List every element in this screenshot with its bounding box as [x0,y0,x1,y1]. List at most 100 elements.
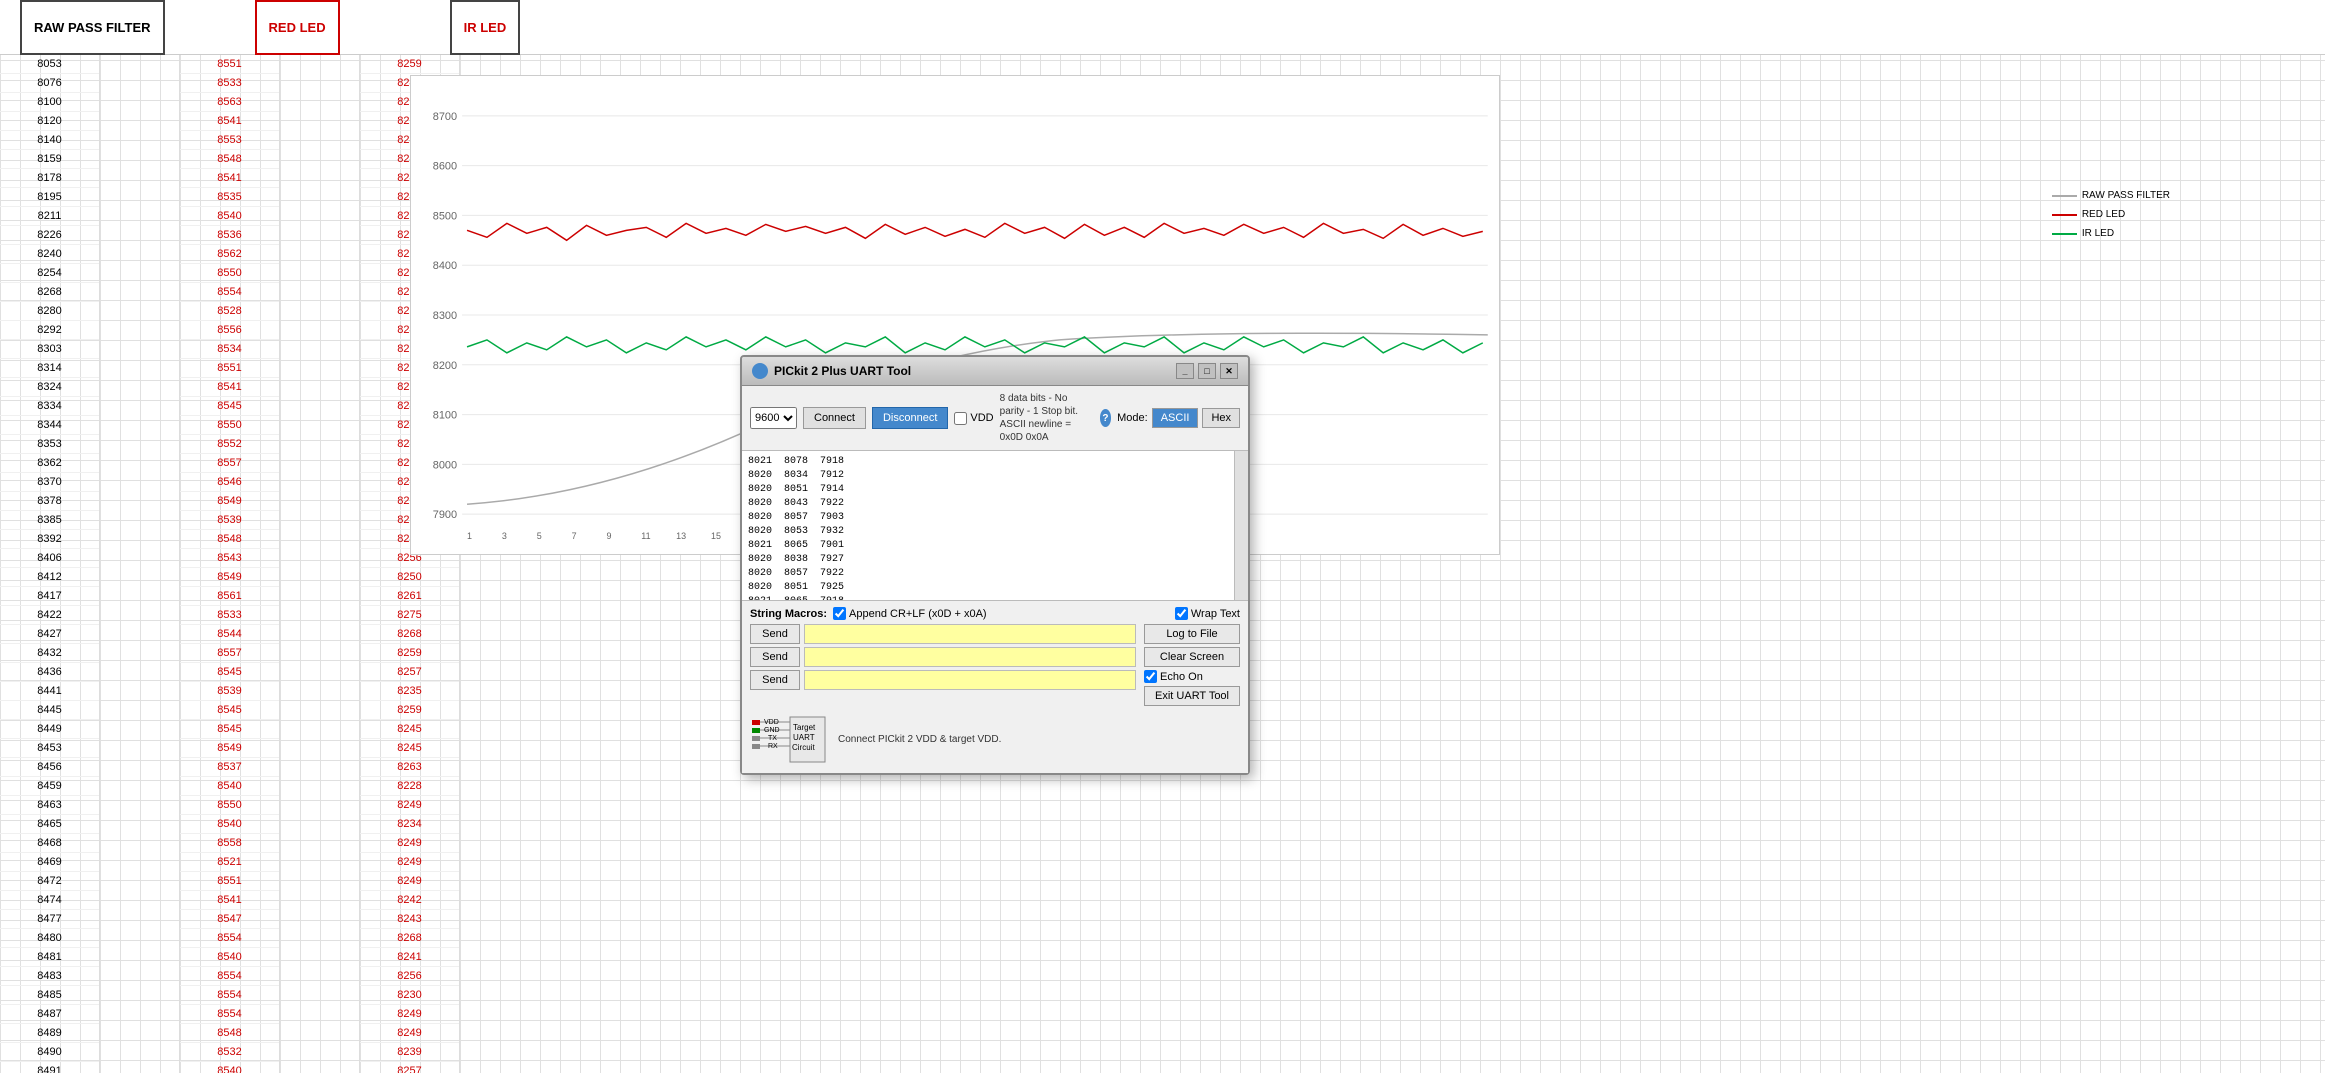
table-row: 8159 [0,150,99,169]
table-row: 8406 [0,549,99,568]
log-to-file-button[interactable]: Log to File [1144,624,1240,644]
send-input-2[interactable] [804,647,1136,667]
vdd-checkbox-label[interactable]: VDD [954,412,993,425]
dialog-title-bar: PICkit 2 Plus UART Tool _ □ ✕ [742,357,1248,386]
table-row: 8245 [360,739,459,758]
table-row: 8178 [0,169,99,188]
table-row: 8235 [360,682,459,701]
table-row: 8385 [0,511,99,530]
send-button-3[interactable]: Send [750,670,800,690]
table-row: 8195 [0,188,99,207]
send-row-1: Send [750,624,1136,644]
send-inputs-col: Send Send Send [750,624,1136,706]
svg-text:3: 3 [502,531,507,541]
send-button-2[interactable]: Send [750,647,800,667]
table-row: 8540 [180,777,279,796]
table-row: 8263 [360,758,459,777]
table-row: 8254 [0,264,99,283]
exit-uart-tool-button[interactable]: Exit UART Tool [1144,686,1240,706]
data-scrollbar[interactable] [1234,451,1248,600]
send-input-3[interactable] [804,670,1136,690]
table-row: 8459 [0,777,99,796]
toolbar-info: 8 data bits - No parity - 1 Stop bit. AS… [1000,392,1094,444]
echo-checkbox-label[interactable]: Echo On [1144,670,1240,683]
send-input-1[interactable] [804,624,1136,644]
append-checkbox-label[interactable]: Append CR+LF (x0D + x0A) [833,607,987,620]
table-row: 8534 [180,340,279,359]
table-row: 8487 [0,1005,99,1024]
table-row: 8548 [180,150,279,169]
table-row: 8228 [360,777,459,796]
table-row: 8554 [180,967,279,986]
table-row: 8557 [180,454,279,473]
svg-text:11: 11 [641,531,650,541]
data-display[interactable] [742,451,1248,600]
table-row: 8234 [360,815,459,834]
svg-text:8000: 8000 [433,459,457,471]
table-row: 8344 [0,416,99,435]
maximize-button[interactable]: □ [1198,363,1216,379]
svg-text:15: 15 [711,531,721,541]
hex-mode-button[interactable]: Hex [1202,408,1240,428]
red-data-column: 8551853385638541855385488541853585408536… [180,55,280,1073]
disconnect-button[interactable]: Disconnect [872,407,948,429]
minimize-button[interactable]: _ [1176,363,1194,379]
table-row: 8250 [360,568,459,587]
svg-text:1: 1 [467,531,472,541]
ascii-mode-button[interactable]: ASCII [1152,408,1199,428]
table-row: 8268 [0,283,99,302]
svg-text:5: 5 [537,531,542,541]
send-button-1[interactable]: Send [750,624,800,644]
table-row: 8427 [0,625,99,644]
table-row: 8549 [180,492,279,511]
table-row: 8417 [0,587,99,606]
raw-data-column: 8053807681008120814081598178819582118226… [0,55,100,1073]
table-row: 8550 [180,416,279,435]
svg-text:8500: 8500 [433,210,457,222]
legend-red-label: RED LED [2082,209,2125,220]
table-row: 8422 [0,606,99,625]
svg-text:Target: Target [793,723,816,732]
wrap-checkbox-label[interactable]: Wrap Text [1175,607,1240,620]
help-button[interactable]: ? [1100,409,1111,427]
table-row: 8441 [0,682,99,701]
table-row: 8256 [360,967,459,986]
table-row: 8465 [0,815,99,834]
window-controls[interactable]: _ □ ✕ [1176,363,1238,379]
uart-dialog: PICkit 2 Plus UART Tool _ □ ✕ 9600 Conne… [740,355,1250,775]
table-row: 8463 [0,796,99,815]
table-row: 8540 [180,207,279,226]
table-row: 8226 [0,226,99,245]
clear-screen-button[interactable]: Clear Screen [1144,647,1240,667]
svg-text:Circuit: Circuit [792,743,815,752]
table-row: 8554 [180,1005,279,1024]
vdd-checkbox[interactable] [954,412,967,425]
table-row: 8545 [180,397,279,416]
table-row: 8491 [0,1062,99,1073]
table-row: 8521 [180,853,279,872]
table-row: 8483 [0,967,99,986]
table-row: 8557 [180,644,279,663]
table-row: 8481 [0,948,99,967]
table-row: 8545 [180,720,279,739]
table-row: 8453 [0,739,99,758]
wrap-checkbox[interactable] [1175,607,1188,620]
table-row: 8261 [360,587,459,606]
table-row: 8480 [0,929,99,948]
circuit-area: Target UART Circuit VDD GND TX RX Connec [750,712,1240,767]
table-row: 8245 [360,720,459,739]
echo-checkbox[interactable] [1144,670,1157,683]
dialog-title-text: PICkit 2 Plus UART Tool [774,364,911,378]
table-row: 8541 [180,378,279,397]
baud-rate-select[interactable]: 9600 [750,407,797,429]
table-row: 8412 [0,568,99,587]
table-row: 8249 [360,1024,459,1043]
macros-label: String Macros: [750,608,827,620]
connect-button[interactable]: Connect [803,407,866,429]
table-row: 8554 [180,283,279,302]
svg-text:VDD: VDD [764,719,779,726]
append-checkbox[interactable] [833,607,846,620]
table-row: 8561 [180,587,279,606]
table-row: 8550 [180,796,279,815]
close-button[interactable]: ✕ [1220,363,1238,379]
